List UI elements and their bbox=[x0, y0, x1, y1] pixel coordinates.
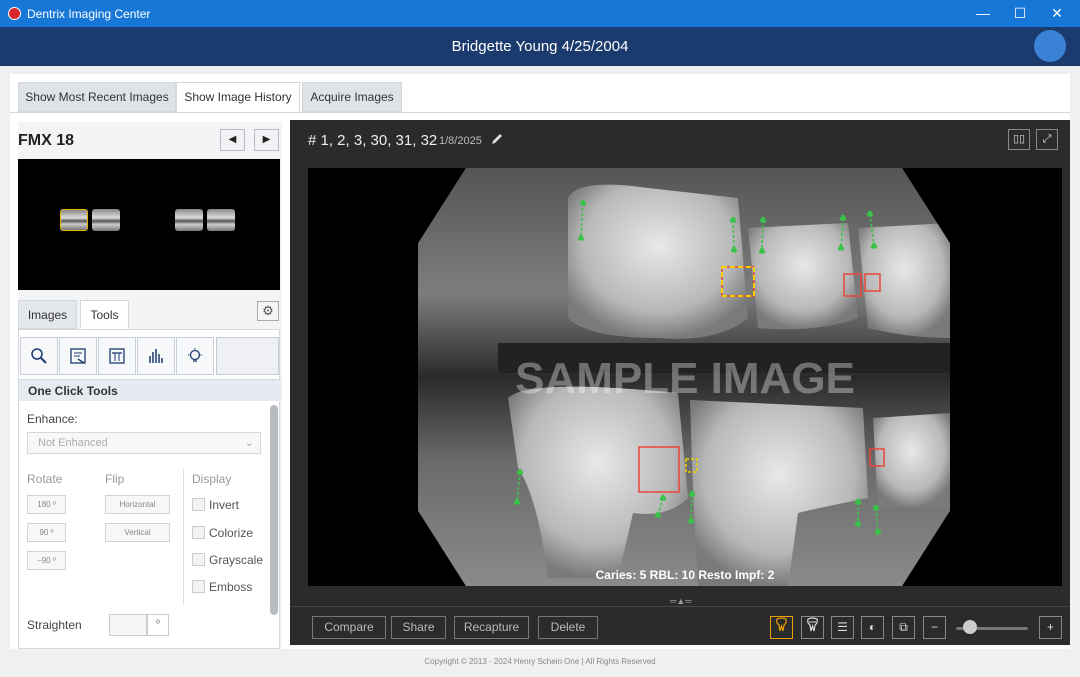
colorize-label: Colorize bbox=[209, 526, 254, 540]
patient-name: Bridgette Young 4/25/2004 bbox=[451, 38, 629, 55]
tools-scrollbar[interactable] bbox=[270, 405, 278, 615]
rotate-neg90-button[interactable]: –90 º bbox=[27, 551, 66, 570]
findings-summary: Caries: 5 RBL: 10 Resto Impf: 2 bbox=[595, 568, 775, 582]
title-bar: Dentrix Imaging Center — ☐ ✕ bbox=[0, 0, 1080, 27]
divider bbox=[183, 469, 184, 604]
thumbnail[interactable] bbox=[207, 209, 235, 231]
grayscale-checkbox[interactable] bbox=[192, 553, 205, 566]
expand-icon[interactable]: ⤢ bbox=[1036, 129, 1058, 150]
tooth-icon[interactable] bbox=[770, 616, 793, 639]
annotate-tool-icon[interactable] bbox=[59, 337, 97, 375]
histogram-tool-icon[interactable] bbox=[137, 337, 175, 375]
zoom-in-button[interactable]: + bbox=[1039, 616, 1062, 639]
straighten-label: Straighten bbox=[27, 618, 82, 632]
tab-acquire[interactable]: Acquire Images bbox=[302, 82, 402, 112]
prev-button[interactable]: ◀ bbox=[220, 129, 245, 151]
subtab-tools[interactable]: Tools bbox=[80, 300, 129, 329]
enhance-label: Enhance: bbox=[27, 412, 78, 426]
patient-header: Bridgette Young 4/25/2004 bbox=[0, 27, 1080, 66]
emboss-checkbox[interactable] bbox=[192, 580, 205, 593]
zoom-out-button[interactable]: − bbox=[923, 616, 946, 639]
chevron-down-icon: ⌄ bbox=[244, 437, 254, 449]
window-title: Dentrix Imaging Center bbox=[27, 7, 151, 21]
tool-spacer bbox=[216, 337, 279, 375]
invert-label: Invert bbox=[209, 498, 240, 512]
flip-vertical-button[interactable]: Vertical bbox=[105, 523, 170, 542]
emboss-label: Emboss bbox=[209, 580, 253, 594]
thumbnail[interactable] bbox=[92, 209, 120, 231]
compare-button[interactable]: Compare bbox=[312, 616, 386, 639]
avatar[interactable] bbox=[1034, 30, 1066, 62]
invert-checkbox[interactable] bbox=[192, 498, 205, 511]
one-click-header: One Click Tools bbox=[19, 379, 281, 401]
enhance-value: Not Enhanced bbox=[38, 437, 108, 449]
rotate-label: Rotate bbox=[27, 472, 63, 486]
tab-image-history[interactable]: Show Image History bbox=[176, 82, 300, 113]
zoom-tool-icon[interactable] bbox=[20, 337, 58, 375]
tools-panel: One Click Tools Enhance: Not Enhanced ⌄ … bbox=[18, 329, 281, 649]
flip-horizontal-button[interactable]: Horizontal bbox=[105, 495, 170, 514]
compare-view-icon[interactable]: ▯▯ bbox=[1008, 129, 1030, 150]
splitter-handle[interactable]: ═▲═ bbox=[670, 596, 692, 606]
flip-label: Flip bbox=[105, 472, 125, 486]
pencil-icon[interactable] bbox=[490, 132, 504, 151]
tab-divider bbox=[10, 112, 1070, 113]
recapture-button[interactable]: Recapture bbox=[454, 616, 529, 639]
straighten-input[interactable] bbox=[109, 614, 147, 636]
tab-most-recent[interactable]: Show Most Recent Images bbox=[18, 82, 176, 112]
viewer-panel: # 1, 2, 3, 30, 31, 32 1/8/2025 ▯▯ ⤢ SAMP… bbox=[290, 120, 1070, 645]
lightbulb-tool-icon[interactable] bbox=[176, 337, 214, 375]
display-label: Display bbox=[192, 472, 232, 486]
rotate-180-button[interactable]: 180 º bbox=[27, 495, 66, 514]
thumbnail[interactable] bbox=[175, 209, 203, 231]
series-title: FMX 18 bbox=[18, 132, 75, 149]
viewer-toolbar: Compare Share Recapture Delete ☰ ◐ ⧉ − + bbox=[290, 606, 1070, 645]
teeth-numbers: # 1, 2, 3, 30, 31, 32 bbox=[308, 132, 438, 149]
thumbnail-selected[interactable] bbox=[60, 209, 88, 231]
left-panel: FMX 18 ◀ ▶ Images Tools ⚙ One Click Tool… bbox=[18, 122, 282, 649]
gear-icon[interactable]: ⚙ bbox=[257, 301, 279, 321]
colorize-checkbox[interactable] bbox=[192, 526, 205, 539]
contrast-icon[interactable]: ◐ bbox=[861, 616, 884, 639]
rotate-90-button[interactable]: 90 º bbox=[27, 523, 66, 542]
image-date: 1/8/2025 bbox=[439, 135, 482, 147]
overlay-icon[interactable]: ⧉ bbox=[892, 616, 915, 639]
app-icon bbox=[8, 7, 21, 20]
xray-viewer[interactable]: SAMPLE IMAGE Caries: 5 RBL: 10 Resto Imp… bbox=[308, 168, 1062, 586]
close-button[interactable]: ✕ bbox=[1034, 0, 1080, 27]
subtab-images[interactable]: Images bbox=[18, 300, 77, 329]
sliders-icon[interactable]: ☰ bbox=[831, 616, 854, 639]
delete-button[interactable]: Delete bbox=[538, 616, 598, 639]
grayscale-label: Grayscale bbox=[209, 553, 264, 567]
thumbnail-strip bbox=[18, 159, 280, 290]
watermark: SAMPLE IMAGE bbox=[515, 354, 855, 403]
tooth-outline-icon[interactable] bbox=[801, 616, 824, 639]
copyright-footer: Copyright © 2013 - 2024 Henry Schein One… bbox=[424, 657, 656, 666]
zoom-slider-knob[interactable] bbox=[963, 620, 977, 634]
straighten-unit: º bbox=[147, 614, 169, 636]
share-button[interactable]: Share bbox=[391, 616, 446, 639]
text-tool-icon[interactable] bbox=[98, 337, 136, 375]
enhance-select[interactable]: Not Enhanced ⌄ bbox=[27, 432, 261, 454]
next-button[interactable]: ▶ bbox=[254, 129, 279, 151]
